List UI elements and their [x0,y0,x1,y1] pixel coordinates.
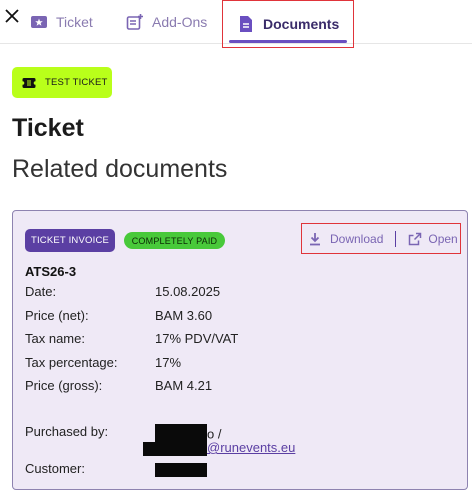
active-tab-indicator [229,40,347,43]
tax-name-row: Tax name: 17% PDV/VAT [25,331,238,346]
price-gross-label: Price (gross): [25,378,103,393]
actions-divider [395,230,397,247]
external-link-icon [408,232,422,246]
tax-name-label: Tax name: [25,331,85,346]
purchaser-email-link[interactable]: @runevents.eu [207,440,295,455]
document-icon [237,15,255,33]
payment-status-badge: COMPLETELY PAID [124,232,225,249]
close-icon [5,9,19,23]
customer-label: Customer: [25,461,85,476]
related-documents-heading: Related documents [12,155,228,183]
tab-documents[interactable]: Documents [222,0,354,48]
price-net-value: BAM 3.60 [155,308,213,323]
tax-name-value: 17% PDV/VAT [155,331,239,346]
tab-add-ons[interactable]: Add-Ons [126,0,207,44]
purchased-by-row: Purchased by: o / [25,424,221,446]
date-label: Date: [25,284,57,299]
price-gross-value: BAM 4.21 [155,378,213,393]
download-icon [308,232,322,246]
ticket-icon [30,13,48,31]
page-title: Ticket [12,114,84,142]
tab-add-ons-label: Add-Ons [152,14,208,30]
test-ticket-label: TEST TICKET [45,77,108,88]
test-ticket-badge: TEST TICKET [12,67,112,98]
price-net-row: Price (net): BAM 3.60 [25,308,212,323]
redacted-customer [155,462,207,477]
add-ons-icon [126,13,144,31]
purchaser-email[interactable]: @runevents.eu [143,440,295,456]
top-nav: Ticket Add-Ons Documents [0,0,472,48]
redacted-email-prefix [143,441,207,456]
tab-ticket-label: Ticket [56,14,93,30]
document-type-badge: TICKET INVOICE [25,229,115,252]
date-row: Date: 15.08.2025 [25,284,220,299]
tax-percentage-value: 17% [155,355,182,370]
purchased-by-label: Purchased by: [25,424,109,439]
open-button[interactable]: Open [408,231,458,246]
customer-row: Customer: [25,461,207,477]
price-net-label: Price (net): [25,308,89,323]
download-label: Download [330,231,384,246]
tab-documents-label: Documents [263,16,340,32]
document-actions: Download Open [301,223,461,254]
open-label: Open [428,231,458,246]
download-button[interactable]: Download [308,232,383,246]
tax-percentage-label: Tax percentage: [25,355,118,370]
date-value: 15.08.2025 [155,284,221,299]
tax-percentage-row: Tax percentage: 17% [25,355,181,370]
tab-ticket[interactable]: Ticket [30,0,93,44]
document-card: TICKET INVOICE COMPLETELY PAID Download [12,210,468,490]
ticket-icon [22,76,36,90]
price-gross-row: Price (gross): BAM 4.21 [25,378,212,393]
close-button[interactable] [2,6,22,26]
document-number: ATS26-3 [25,264,77,279]
customer-value [155,461,207,477]
